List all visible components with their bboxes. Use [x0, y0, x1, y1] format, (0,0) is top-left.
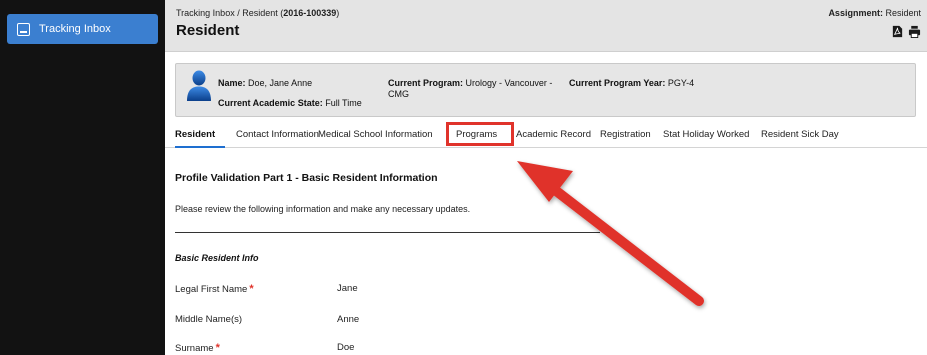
breadcrumb-suffix: ): [336, 8, 340, 18]
print-icon[interactable]: [908, 25, 921, 38]
academic-state-label: Current Academic State:: [218, 98, 323, 108]
inbox-icon: [17, 22, 30, 36]
name-value: Doe, Jane Anne: [248, 78, 313, 88]
header-tools: [891, 25, 921, 38]
tab-academic-record[interactable]: Academic Record: [516, 129, 591, 140]
page-header: Tracking Inbox / Resident (2016-100339) …: [165, 0, 927, 52]
tab-stat-holiday-worked[interactable]: Stat Holiday Worked: [663, 129, 749, 140]
avatar: [187, 70, 211, 101]
current-program-value-cont: CMG: [388, 89, 409, 99]
legal-first-name-label-text: Legal First Name: [175, 284, 248, 295]
required-marker: *: [215, 342, 220, 354]
academic-state-value: Full Time: [325, 98, 362, 108]
surname-value[interactable]: Doe: [337, 342, 354, 353]
breadcrumb-prefix[interactable]: Tracking Inbox / Resident (: [176, 8, 283, 18]
breadcrumb-id: 2016-100339: [283, 8, 337, 18]
tab-registration[interactable]: Registration: [600, 129, 651, 140]
group-title: Basic Resident Info: [175, 253, 259, 263]
middle-names-value[interactable]: Anne: [337, 314, 359, 325]
section-divider: [175, 232, 600, 233]
required-marker: *: [249, 283, 254, 295]
programs-tab-highlight-box: [446, 122, 514, 146]
current-program-label: Current Program:: [388, 78, 464, 88]
tracking-inbox-button[interactable]: Tracking Inbox: [7, 14, 158, 44]
surname-label-text: Surname: [175, 343, 214, 354]
program-year-label: Current Program Year:: [569, 78, 666, 88]
program-year-value: PGY-4: [667, 78, 695, 88]
resident-summary-card: Name: Doe, Jane Anne Current Academic St…: [175, 63, 916, 117]
tracking-inbox-label: Tracking Inbox: [39, 23, 111, 35]
legal-first-name-label: Legal First Name *: [175, 283, 254, 295]
assignment-label: Assignment:: [828, 8, 883, 18]
tab-resident[interactable]: Resident: [175, 129, 215, 140]
section-description: Please review the following information …: [175, 204, 471, 214]
middle-names-label-text: Middle Name(s): [175, 314, 243, 325]
page-title: Resident: [176, 22, 240, 39]
program-year-field: Current Program Year: PGY-4: [569, 78, 694, 89]
name-label: Name:: [218, 78, 246, 88]
middle-names-label: Middle Name(s): [175, 314, 242, 325]
surname-label: Surname *: [175, 342, 220, 354]
assignment-info: Assignment: Resident: [828, 8, 921, 18]
tab-bar: Resident Contact Information Medical Sch…: [165, 122, 927, 148]
name-field: Name: Doe, Jane Anne: [218, 78, 312, 89]
tab-contact-information[interactable]: Contact Information: [236, 129, 319, 140]
assignment-value: Resident: [885, 8, 921, 18]
section-title: Profile Validation Part 1 - Basic Reside…: [175, 172, 438, 184]
legal-first-name-value[interactable]: Jane: [337, 283, 358, 294]
current-program-field: Current Program: Urology - Vancouver - C…: [388, 78, 552, 100]
active-tab-indicator: [175, 146, 225, 148]
breadcrumb: Tracking Inbox / Resident (2016-100339): [176, 8, 339, 18]
sidebar: Tracking Inbox: [0, 0, 165, 355]
academic-state-field: Current Academic State: Full Time: [218, 98, 362, 109]
tab-medical-school-information[interactable]: Medical School Information: [318, 129, 433, 140]
current-program-value: Urology - Vancouver -: [465, 78, 553, 88]
pdf-icon[interactable]: [891, 25, 904, 38]
tab-resident-sick-day[interactable]: Resident Sick Day: [761, 129, 839, 140]
